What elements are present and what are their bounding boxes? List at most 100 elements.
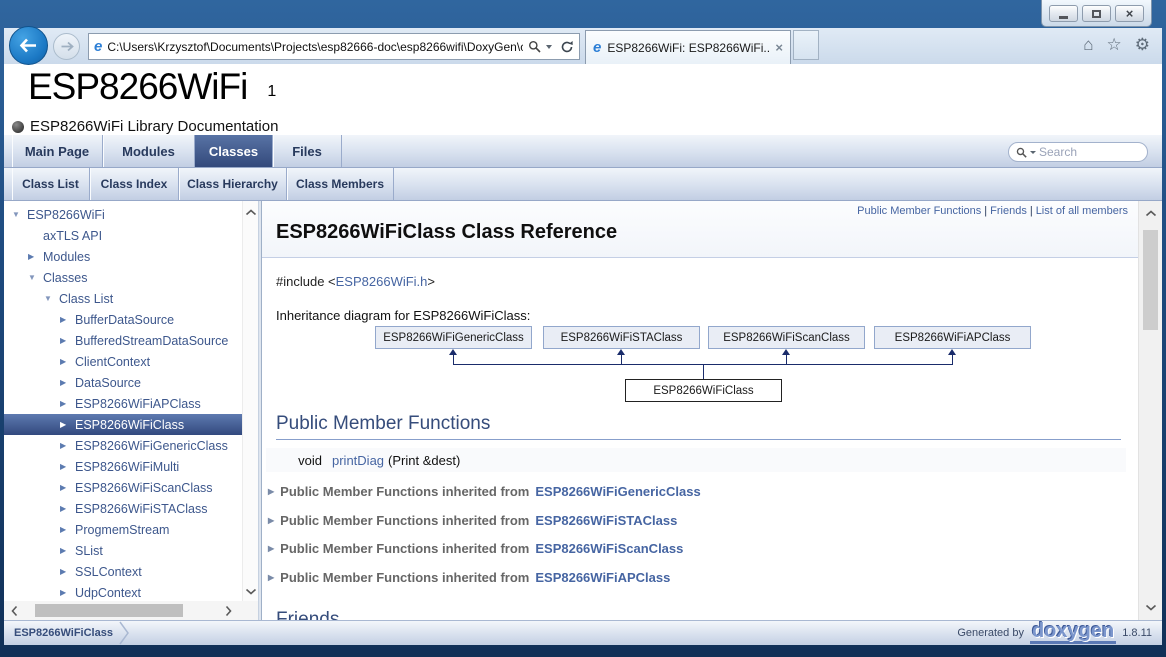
chevron-down-icon[interactable]: [44, 294, 59, 303]
chevron-right-icon[interactable]: [28, 252, 43, 261]
search-dropdown-icon[interactable]: [546, 45, 552, 49]
chevron-right-icon[interactable]: [60, 525, 75, 534]
chevron-right-icon[interactable]: [60, 546, 75, 555]
chevron-right-icon[interactable]: [60, 483, 75, 492]
sidebar-item-esp8266wifiapclass[interactable]: ESP8266WiFiAPClass: [4, 393, 242, 414]
tab-class-hierarchy[interactable]: Class Hierarchy: [179, 168, 287, 200]
footer-navpath: ESP8266WiFiClass Generated by doxygen 1.…: [4, 620, 1162, 645]
address-bar[interactable]: e C:\Users\Krzysztof\Documents\Projects\…: [88, 33, 580, 60]
chevron-right-icon[interactable]: [60, 441, 75, 450]
restore-button[interactable]: [1082, 5, 1111, 22]
browser-tab[interactable]: e ESP8266WiFi: ESP8266WiFi... ×: [585, 30, 791, 64]
doxygen-logo[interactable]: doxygen: [1030, 622, 1116, 644]
tab-main-page[interactable]: Main Page: [12, 135, 103, 167]
inheritance-box-scanclass[interactable]: ESP8266WiFiScanClass: [708, 326, 865, 349]
scrollbar-thumb[interactable]: [35, 604, 183, 617]
chevron-right-icon[interactable]: [60, 357, 75, 366]
inherited-section-apclass[interactable]: ▶Public Member Functions inherited fromE…: [268, 570, 670, 585]
sidebar-item-clientcontext[interactable]: ClientContext: [4, 351, 242, 372]
sidebar-item-esp8266wifiscanclass[interactable]: ESP8266WiFiScanClass: [4, 477, 242, 498]
chevron-down-icon[interactable]: [12, 210, 27, 219]
scroll-down-icon[interactable]: [245, 588, 257, 595]
class-link-scanclass[interactable]: ESP8266WiFiScanClass: [535, 541, 683, 556]
inherited-section-scanclass[interactable]: ▶Public Member Functions inherited fromE…: [268, 541, 683, 556]
summary-link-public-member-functions[interactable]: Public Member Functions: [857, 205, 981, 217]
chevron-down-icon[interactable]: [28, 273, 43, 282]
sidebar-item-esp8266wificlass[interactable]: ESP8266WiFiClass: [4, 414, 242, 435]
home-icon[interactable]: ⌂: [1083, 35, 1093, 55]
sidebar-item-classes[interactable]: Classes: [4, 267, 242, 288]
sidebar-item-esp8266wifi[interactable]: ESP8266WiFi: [4, 204, 242, 225]
settings-gear-icon[interactable]: ⚙: [1135, 35, 1150, 55]
sidebar-item-datasource[interactable]: DataSource: [4, 372, 242, 393]
search-box[interactable]: [1008, 142, 1148, 162]
friends-heading: Friends: [276, 609, 1121, 620]
sidebar-item-esp8266wifistaclass[interactable]: ESP8266WiFiSTAClass: [4, 498, 242, 519]
tab-classes[interactable]: Classes: [195, 135, 273, 167]
inherited-section-staclass[interactable]: ▶Public Member Functions inherited fromE…: [268, 513, 677, 528]
scroll-up-icon[interactable]: [245, 209, 257, 216]
inheritance-box-staclass[interactable]: ESP8266WiFiSTAClass: [543, 326, 700, 349]
forward-button[interactable]: [53, 33, 80, 60]
tab-modules[interactable]: Modules: [103, 135, 195, 167]
sidebar-item-bufferedstreamdatasource[interactable]: BufferedStreamDataSource: [4, 330, 242, 351]
close-button[interactable]: ×: [1115, 5, 1144, 22]
public-member-functions-heading: Public Member Functions: [276, 413, 1121, 440]
scroll-left-icon[interactable]: [11, 605, 18, 617]
scroll-down-icon[interactable]: [1145, 604, 1157, 611]
sidebar-item-axtls-api[interactable]: axTLS API: [4, 225, 242, 246]
minimize-button[interactable]: [1049, 5, 1078, 22]
tab-class-list[interactable]: Class List: [12, 168, 90, 200]
sidebar-item-esp8266wifimulti[interactable]: ESP8266WiFiMulti: [4, 456, 242, 477]
sidebar-item-modules[interactable]: Modules: [4, 246, 242, 267]
inheritance-box-wificlass[interactable]: ESP8266WiFiClass: [625, 379, 782, 402]
tab-close-icon[interactable]: ×: [775, 41, 783, 54]
chevron-right-icon[interactable]: [60, 462, 75, 471]
chevron-right-icon[interactable]: [60, 504, 75, 513]
summary-link-all-members[interactable]: List of all members: [1036, 205, 1128, 217]
chevron-right-icon[interactable]: [60, 336, 75, 345]
sidebar-item-bufferdatasource[interactable]: BufferDataSource: [4, 309, 242, 330]
class-link-genericclass[interactable]: ESP8266WiFiGenericClass: [535, 484, 700, 499]
tab-class-index[interactable]: Class Index: [90, 168, 179, 200]
new-tab-button[interactable]: [793, 30, 819, 60]
class-link-staclass[interactable]: ESP8266WiFiSTAClass: [535, 513, 677, 528]
refresh-icon[interactable]: [560, 40, 574, 54]
scrollbar-thumb[interactable]: [1143, 230, 1158, 330]
sidebar-item-udpcontext[interactable]: UdpContext: [4, 582, 242, 601]
back-button[interactable]: [9, 26, 48, 65]
chevron-right-icon[interactable]: [60, 588, 75, 597]
sidebar-vertical-scrollbar[interactable]: [242, 201, 258, 601]
search-input[interactable]: [1039, 145, 1129, 159]
chevron-right-icon[interactable]: [60, 567, 75, 576]
tab-class-members[interactable]: Class Members: [287, 168, 394, 200]
tab-files[interactable]: Files: [273, 135, 342, 167]
chevron-right-icon[interactable]: [60, 399, 75, 408]
search-icon[interactable]: [528, 40, 541, 53]
sidebar-horizontal-scrollbar[interactable]: [4, 601, 258, 620]
inheritance-box-genericclass[interactable]: ESP8266WiFiGenericClass: [375, 326, 532, 349]
sidebar-item-slist[interactable]: SList: [4, 540, 242, 561]
summary-link-friends[interactable]: Friends: [990, 205, 1027, 217]
url-text[interactable]: C:\Users\Krzysztof\Documents\Projects\es…: [107, 40, 523, 54]
scroll-right-icon[interactable]: [225, 605, 232, 617]
scroll-up-icon[interactable]: [1145, 210, 1157, 217]
chevron-right-icon[interactable]: [60, 378, 75, 387]
sidebar-item-progmemstream[interactable]: ProgmemStream: [4, 519, 242, 540]
project-number: 1: [267, 83, 276, 100]
breadcrumb-item[interactable]: ESP8266WiFiClass: [14, 627, 113, 639]
inherited-section-genericclass[interactable]: ▶Public Member Functions inherited fromE…: [268, 484, 701, 499]
inheritance-box-apclass[interactable]: ESP8266WiFiAPClass: [874, 326, 1031, 349]
sidebar-item-esp8266wifigenericclass[interactable]: ESP8266WiFiGenericClass: [4, 435, 242, 456]
favorites-star-icon[interactable]: ☆: [1107, 35, 1122, 55]
class-link-apclass[interactable]: ESP8266WiFiAPClass: [535, 570, 670, 585]
include-file-link[interactable]: ESP8266WiFi.h: [336, 274, 428, 289]
sidebar-item-class-list[interactable]: Class List: [4, 288, 242, 309]
member-link-printdiag[interactable]: printDiag: [332, 453, 384, 468]
search-magnifier-icon[interactable]: [1016, 147, 1027, 158]
chevron-right-icon[interactable]: [60, 420, 75, 429]
chevron-right-icon[interactable]: [60, 315, 75, 324]
search-filter-caret-icon[interactable]: [1030, 151, 1036, 154]
content-vertical-scrollbar[interactable]: [1138, 201, 1162, 620]
sidebar-item-sslcontext[interactable]: SSLContext: [4, 561, 242, 582]
